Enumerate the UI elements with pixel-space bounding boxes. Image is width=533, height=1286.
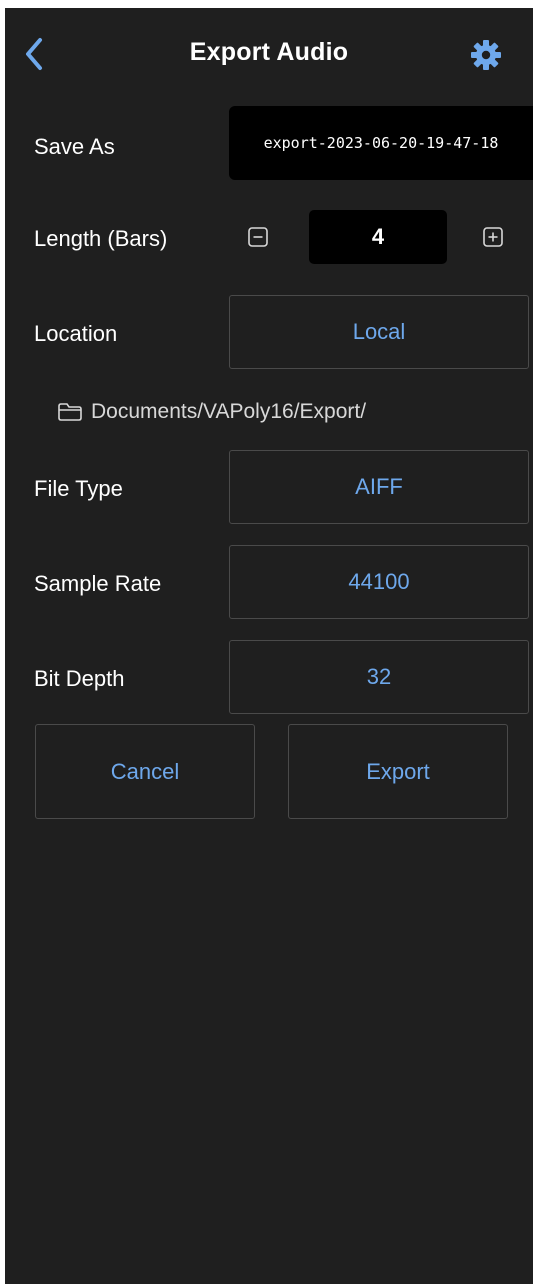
save-as-field[interactable]: export-2023-06-20-19-47-18 bbox=[229, 106, 533, 180]
header: Export Audio bbox=[5, 8, 533, 98]
folder-icon bbox=[58, 403, 82, 421]
location-button[interactable]: Local bbox=[229, 295, 529, 369]
export-button[interactable]: Export bbox=[288, 724, 508, 819]
page-title: Export Audio bbox=[189, 38, 349, 66]
gear-icon bbox=[471, 40, 501, 70]
bit-depth-label: Bit Depth bbox=[34, 666, 125, 691]
bit-depth-button[interactable]: 32 bbox=[229, 640, 529, 714]
plus-square-icon bbox=[483, 227, 503, 247]
settings-button[interactable] bbox=[469, 38, 503, 72]
minus-square-icon bbox=[248, 227, 268, 247]
file-type-label: File Type bbox=[34, 476, 123, 501]
length-label: Length (Bars) bbox=[34, 226, 168, 251]
sample-rate-button[interactable]: 44100 bbox=[229, 545, 529, 619]
export-path-text: Documents/VAPoly16/Export/ bbox=[91, 400, 367, 423]
export-path: Documents/VAPoly16/Export/ bbox=[57, 400, 366, 424]
decrement-button[interactable] bbox=[248, 227, 268, 247]
save-as-label: Save As bbox=[34, 134, 115, 159]
location-label: Location bbox=[34, 321, 118, 346]
length-field[interactable]: 4 bbox=[309, 210, 447, 264]
cancel-button[interactable]: Cancel bbox=[35, 724, 255, 819]
file-type-button[interactable]: AIFF bbox=[229, 450, 529, 524]
sample-rate-label: Sample Rate bbox=[34, 571, 162, 596]
increment-button[interactable] bbox=[483, 227, 503, 247]
export-audio-panel: Export Audio Save As export-2023-06-20-1… bbox=[5, 8, 533, 1284]
